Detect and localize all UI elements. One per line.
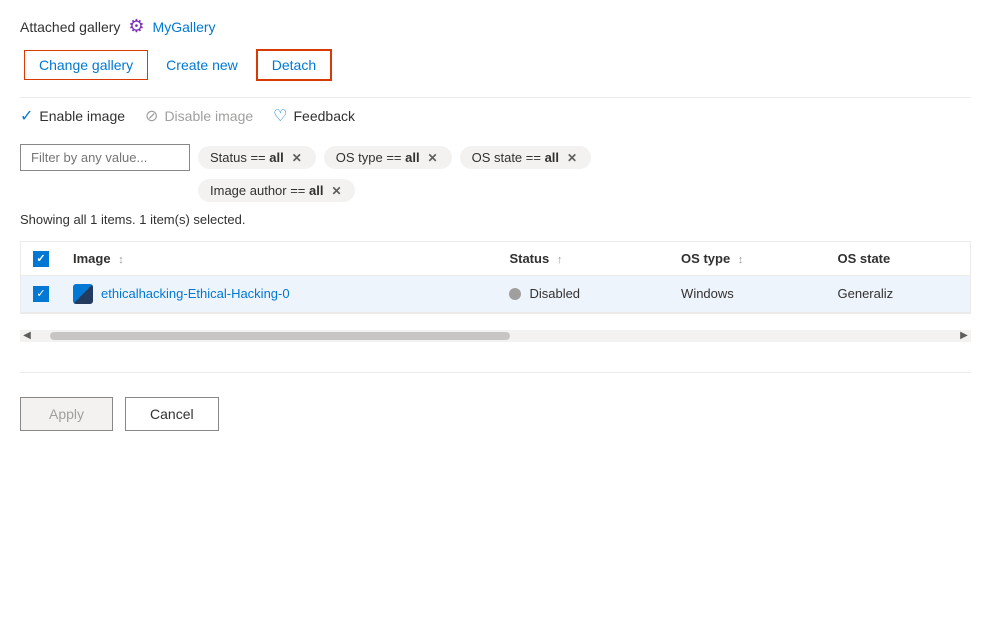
create-new-button[interactable]: Create new — [164, 51, 240, 79]
feedback-toolbar-item[interactable]: ♡ Feedback — [273, 106, 355, 126]
header-row: Attached gallery ⚙ MyGallery — [20, 16, 971, 37]
os-type-filter-close[interactable]: ✕ — [426, 151, 440, 165]
row-checkbox-cell: ✓ — [21, 275, 61, 312]
cancel-button[interactable]: Cancel — [125, 397, 219, 431]
enable-image-label: Enable image — [39, 108, 125, 124]
filter-row: Status == all ✕ OS type == all ✕ OS stat… — [20, 144, 971, 171]
enable-image-toolbar-item[interactable]: ✓ Enable image — [20, 106, 125, 126]
ban-icon: ⊘ — [145, 106, 158, 126]
row-checkbox[interactable]: ✓ — [33, 286, 49, 302]
filter-input[interactable] — [20, 144, 190, 171]
heart-icon: ♡ — [273, 106, 287, 126]
image-author-filter-chip: Image author == all ✕ — [198, 179, 355, 202]
status-sort-icon: ↑ — [557, 254, 563, 266]
status-filter-chip: Status == all ✕ — [198, 146, 316, 169]
os-type-filter-chip: OS type == all ✕ — [324, 146, 452, 169]
select-all-checkbox[interactable]: ✓ — [33, 251, 49, 267]
status-dot-icon — [509, 288, 521, 300]
image-author-filter-close[interactable]: ✕ — [329, 184, 343, 198]
os-state-column-header: OS state — [826, 242, 971, 275]
image-name-link[interactable]: ethicalhacking-Ethical-Hacking-0 — [73, 284, 485, 304]
image-author-filter-label: Image author == all — [210, 183, 323, 198]
status-text: Disabled — [529, 286, 580, 301]
image-name-cell: ethicalhacking-Ethical-Hacking-0 — [61, 275, 497, 312]
horizontal-scrollbar[interactable]: ◀ ▶ — [20, 330, 971, 342]
os-state-filter-label: OS state == all — [472, 150, 559, 165]
disable-image-toolbar-item[interactable]: ⊘ Disable image — [145, 106, 253, 126]
items-count: Showing all 1 items. 1 item(s) selected. — [20, 212, 971, 227]
os-state-cell: Generaliz — [826, 275, 971, 312]
image-column-header[interactable]: Image ↕ — [61, 242, 497, 275]
os-state-filter-chip: OS state == all ✕ — [460, 146, 591, 169]
table-container: ✓ Image ↕ Status ↑ OS type ↕ — [20, 241, 971, 314]
scrollbar-thumb[interactable] — [50, 332, 510, 340]
image-sort-icon: ↕ — [118, 254, 124, 266]
gallery-name-link[interactable]: MyGallery — [153, 19, 216, 35]
image-thumbnail-icon — [73, 284, 93, 304]
header-checkbox-cell: ✓ — [21, 242, 61, 275]
change-gallery-button[interactable]: Change gallery — [24, 50, 148, 80]
status-filter-label: Status == all — [210, 150, 284, 165]
os-type-filter-label: OS type == all — [336, 150, 420, 165]
footer-divider — [20, 372, 971, 373]
table-row: ✓ ethicalhacking-Ethical-Hacking-0 Disab… — [21, 275, 970, 312]
image-name-text: ethicalhacking-Ethical-Hacking-0 — [101, 286, 290, 301]
images-table: ✓ Image ↕ Status ↑ OS type ↕ — [21, 242, 970, 313]
os-type-column-header[interactable]: OS type ↕ — [669, 242, 825, 275]
footer-row: Apply Cancel — [20, 389, 971, 439]
toolbar-row: ✓ Enable image ⊘ Disable image ♡ Feedbac… — [20, 97, 971, 134]
scrollbar-right-arrow[interactable]: ▶ — [957, 330, 971, 342]
os-type-text: Windows — [681, 286, 734, 301]
disable-image-label: Disable image — [164, 108, 253, 124]
status-filter-close[interactable]: ✕ — [290, 151, 304, 165]
attached-gallery-label: Attached gallery — [20, 19, 120, 35]
table-header-row: ✓ Image ↕ Status ↑ OS type ↕ — [21, 242, 970, 275]
status-cell: Disabled — [497, 275, 669, 312]
status-column-header[interactable]: Status ↑ — [497, 242, 669, 275]
os-state-filter-close[interactable]: ✕ — [565, 151, 579, 165]
scrollbar-left-arrow[interactable]: ◀ — [20, 330, 34, 342]
gallery-icon: ⚙ — [128, 16, 144, 37]
os-state-text: Generaliz — [838, 286, 894, 301]
action-buttons-row: Change gallery Create new Detach — [24, 49, 971, 81]
os-type-sort-icon: ↕ — [738, 254, 744, 266]
filter-row-2: Image author == all ✕ — [198, 179, 971, 202]
feedback-label: Feedback — [294, 108, 355, 124]
apply-button[interactable]: Apply — [20, 397, 113, 431]
detach-button[interactable]: Detach — [256, 49, 332, 81]
checkmark-icon: ✓ — [20, 106, 33, 126]
os-type-cell: Windows — [669, 275, 825, 312]
